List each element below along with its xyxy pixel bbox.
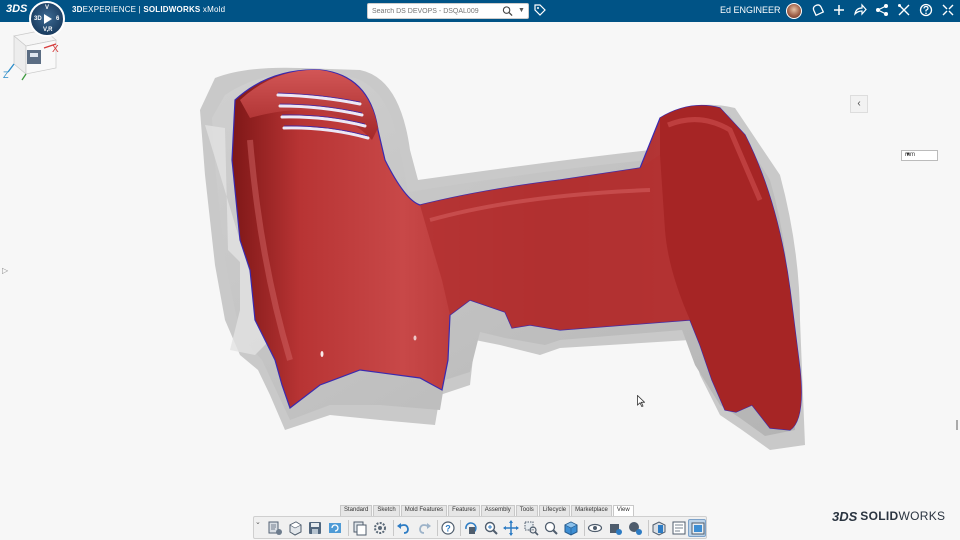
new-part-icon[interactable] (286, 519, 304, 537)
view-cube-icon[interactable] (562, 519, 580, 537)
ds-mark: 3DS (832, 508, 858, 524)
tab-sketch[interactable]: Sketch (373, 505, 400, 516)
wordmark-rest: WORKS (898, 509, 946, 523)
print-icon[interactable] (670, 519, 688, 537)
toolbar-separator (348, 520, 349, 536)
svg-text:?: ? (445, 524, 451, 534)
toolbar-separator (584, 520, 585, 536)
tab-lifecycle[interactable]: Lifecycle (538, 505, 571, 516)
help-icon[interactable] (918, 3, 934, 19)
brand-experience: EXPERIENCE | (82, 5, 144, 14)
brand-product: SOLIDWORKS (143, 5, 201, 14)
toolbar-separator (393, 520, 394, 536)
solidworks-logo: 3DS SOLIDWORKS (832, 507, 945, 525)
model-canvas[interactable] (0, 22, 960, 512)
search-icon[interactable] (502, 5, 513, 17)
left-panel-expand-icon[interactable]: ▷ (2, 266, 8, 275)
wordmark-bold: SOLID (860, 509, 899, 523)
tag-icon[interactable] (534, 4, 546, 17)
save-icon[interactable] (306, 519, 324, 537)
redo-icon[interactable] (415, 519, 433, 537)
undo-icon[interactable] (395, 519, 413, 537)
tab-standard[interactable]: Standard (340, 505, 373, 516)
tab-assembly[interactable]: Assembly (480, 505, 515, 516)
compass-north-label: V (45, 5, 50, 11)
search-scope-chevron-down-icon[interactable]: ▼ (518, 7, 525, 14)
display-mode-icon[interactable] (688, 519, 706, 537)
compass-east-label: 6 (56, 16, 60, 22)
right-panel-handle[interactable] (956, 420, 958, 430)
toolbar-separator (437, 520, 438, 536)
user-name[interactable]: Ed ENGINEER (720, 5, 781, 15)
tab-view[interactable]: View (612, 505, 634, 516)
toolbar-separator (648, 520, 649, 536)
zoom-fit-icon[interactable] (542, 519, 560, 537)
add-icon[interactable] (831, 3, 847, 19)
compass-west-label: 3D (34, 16, 42, 22)
zoom-area-icon[interactable] (522, 519, 540, 537)
tools-icon[interactable] (896, 3, 912, 19)
reflection-spot (320, 351, 324, 357)
toolbar-tabs: Standard Sketch Mold Features Features A… (340, 505, 635, 516)
search-box[interactable]: ▼ (367, 3, 529, 19)
ds-logo: 3DS (6, 3, 28, 15)
action-bar: ⌄ ? (253, 516, 707, 539)
fullscreen-icon[interactable] (940, 3, 956, 19)
mouse-cursor-icon (637, 395, 645, 407)
compass-play-icon[interactable] (44, 14, 52, 24)
solidworks-wordmark: SOLIDWORKS (860, 509, 945, 523)
drill-battery-pack[interactable] (660, 105, 802, 431)
reflection-spot (413, 335, 417, 341)
avatar[interactable] (786, 3, 802, 19)
save-options-icon[interactable] (266, 519, 284, 537)
pan-icon[interactable] (502, 519, 520, 537)
section-view-icon[interactable] (650, 519, 668, 537)
appearance-icon[interactable] (606, 519, 624, 537)
settings-icon[interactable] (371, 519, 389, 537)
toolbar-separator (460, 520, 461, 536)
view-panel-collapse-button[interactable]: ‹ (850, 95, 868, 113)
tab-features[interactable]: Features (448, 505, 480, 516)
share-icon[interactable] (852, 3, 868, 19)
tab-tools[interactable]: Tools (515, 505, 538, 516)
rotate-icon[interactable] (462, 519, 480, 537)
compass-south-label: V,R (43, 27, 53, 33)
brand-3d: 3D (72, 5, 83, 14)
units-dropdown[interactable]: mm ▼ (901, 150, 938, 161)
hide-show-icon[interactable] (586, 519, 604, 537)
zoom-icon[interactable] (482, 519, 500, 537)
svg-text:X: X (52, 44, 59, 55)
chevron-down-icon[interactable]: ▼ (905, 152, 935, 158)
brand-app: xMold (200, 5, 226, 14)
top-bar: 3DS 3DEXPERIENCE | SOLIDWORKS xMold ▼ Ed… (0, 0, 960, 22)
action-bar-expand-icon[interactable]: ⌄ (255, 518, 261, 526)
network-icon[interactable] (874, 3, 890, 19)
refresh-icon[interactable] (326, 519, 344, 537)
render-icon[interactable] (626, 519, 644, 537)
copy-icon[interactable] (351, 519, 369, 537)
3d-viewport[interactable]: ‹ X Z mm ▼ (0, 22, 960, 512)
app-brand: 3DEXPERIENCE | SOLIDWORKS xMold (72, 5, 225, 14)
compass-widget[interactable]: V 3D 6 V,R (29, 1, 65, 37)
search-input[interactable] (372, 5, 492, 17)
notifications-icon[interactable] (810, 3, 826, 19)
tab-marketplace[interactable]: Marketplace (571, 505, 612, 516)
help-icon[interactable]: ? (439, 519, 457, 537)
tab-mold-features[interactable]: Mold Features (400, 505, 448, 516)
svg-text:Z: Z (3, 70, 9, 80)
